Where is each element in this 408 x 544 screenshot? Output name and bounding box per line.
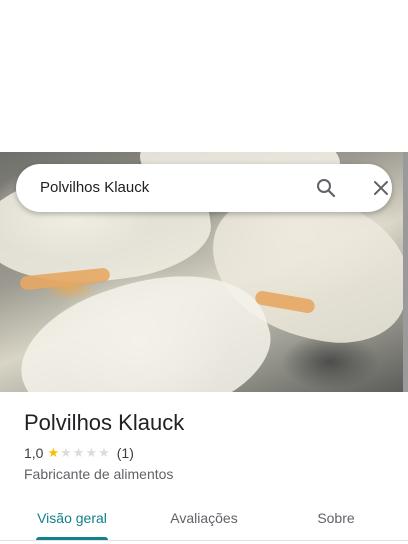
tab-about[interactable]: Sobre <box>288 496 384 540</box>
scrollbar[interactable] <box>403 152 408 400</box>
rating-value: 1,0 <box>24 445 44 461</box>
star-empty-icon: ★ <box>60 445 72 460</box>
place-title: Polvilhos Klauck <box>24 410 185 435</box>
tab-reviews[interactable]: Avaliações <box>156 496 252 540</box>
star-filled-icon: ★ <box>47 445 60 460</box>
review-count[interactable]: (1) <box>117 445 134 461</box>
map-blank-area <box>0 0 408 152</box>
place-category[interactable]: Fabricante de alimentos <box>24 466 173 482</box>
tab-overview[interactable]: Visão geral <box>24 496 120 540</box>
star-empty-icon: ★ <box>72 445 85 460</box>
search-input[interactable]: Polvilhos Klauck <box>40 179 149 196</box>
close-icon[interactable] <box>369 176 393 200</box>
divider <box>0 540 408 541</box>
search-icon[interactable] <box>314 176 338 200</box>
rating-stars: ★ ★ ★ ★ ★ <box>47 446 110 460</box>
rating-row[interactable]: 1,0 ★ ★ ★ ★ ★ (1) <box>24 445 134 461</box>
search-box[interactable]: Polvilhos Klauck <box>16 164 392 212</box>
place-tabs: Visão geral Avaliações Sobre <box>0 496 408 544</box>
place-info-panel: Polvilhos Klauck 1,0 ★ ★ ★ ★ ★ (1) Fabricant… <box>0 392 408 544</box>
star-empty-icon: ★ <box>98 445 110 460</box>
star-empty-icon: ★ <box>85 445 98 460</box>
